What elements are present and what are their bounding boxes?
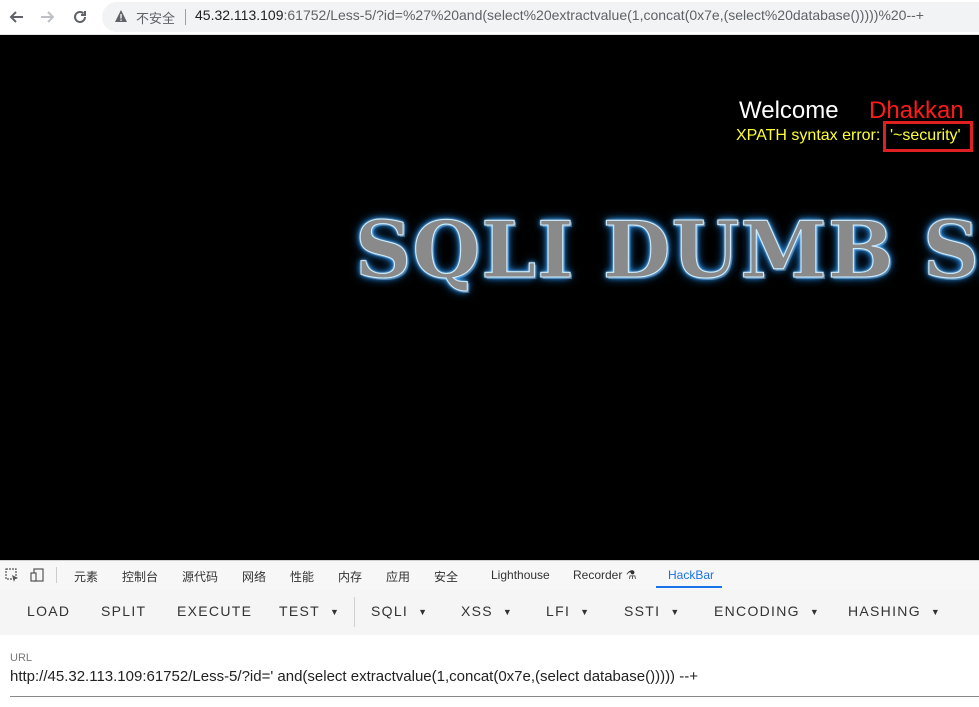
inspect-icon[interactable] xyxy=(5,568,19,582)
execute-button[interactable]: EXECUTE xyxy=(177,603,252,619)
url-label: URL xyxy=(10,652,33,664)
sqli-button[interactable]: SQLI ▼ xyxy=(371,603,428,619)
load-button[interactable]: LOAD xyxy=(27,603,70,619)
hackbar-toolbar: LOAD SPLIT EXECUTE TEST ▼ SQLI ▼ XSS ▼ LFI ▼… xyxy=(0,589,979,635)
tab-lighthouse[interactable]: Lighthouse xyxy=(491,568,550,582)
devtools-separator xyxy=(56,567,57,583)
arrow-left-icon xyxy=(9,11,23,23)
caret-down-icon: ▼ xyxy=(809,607,821,618)
xss-button[interactable]: XSS ▼ xyxy=(461,603,513,619)
caret-down-icon: ▼ xyxy=(418,607,429,618)
url-input[interactable]: http://45.32.113.109:61752/Less-5/?id=' … xyxy=(10,668,698,685)
security-label[interactable]: 不安全 xyxy=(136,8,175,27)
caret-down-icon: ▼ xyxy=(930,607,942,618)
browser-toolbar: 不安全 45.32.113.109:61752/Less-5/?id=%27%2… xyxy=(0,0,979,35)
test-button[interactable]: TEST ▼ xyxy=(279,603,340,619)
split-button[interactable]: SPLIT xyxy=(101,603,146,619)
devtools-tabbar: 元素 控制台 源代码 网络 性能 内存 应用 安全 Lighthouse Rec… xyxy=(0,560,979,590)
lfi-label: LFI xyxy=(546,603,571,619)
tab-performance[interactable]: 性能 xyxy=(290,568,314,585)
hashing-label: HASHING xyxy=(848,603,921,619)
encoding-button[interactable]: ENCODING ▼ xyxy=(714,603,820,619)
tab-network[interactable]: 网络 xyxy=(242,568,266,585)
arrow-right-icon xyxy=(41,11,55,23)
address-separator xyxy=(185,9,186,25)
caret-down-icon: ▼ xyxy=(670,607,681,618)
tab-application[interactable]: 应用 xyxy=(386,568,410,585)
device-toggle-icon[interactable] xyxy=(30,568,44,582)
url-input-underline xyxy=(10,696,979,697)
ssti-label: SSTI xyxy=(624,603,661,619)
caret-down-icon: ▼ xyxy=(580,607,591,618)
reload-icon xyxy=(74,10,86,23)
welcome-text: Welcome xyxy=(739,97,839,124)
encoding-label: ENCODING xyxy=(714,603,800,619)
highlight-box xyxy=(883,121,973,152)
reload-button[interactable] xyxy=(68,5,92,29)
xpath-error-prefix: XPATH syntax error: xyxy=(736,127,881,144)
page-viewport: Welcome Dhakkan XPATH syntax error: '~se… xyxy=(0,35,979,560)
caret-down-icon: ▼ xyxy=(329,607,341,618)
tab-sources[interactable]: 源代码 xyxy=(182,568,218,585)
warning-icon[interactable] xyxy=(114,9,128,23)
ssti-button[interactable]: SSTI ▼ xyxy=(624,603,681,619)
lfi-button[interactable]: LFI ▼ xyxy=(546,603,590,619)
sqli-label: SQLI xyxy=(371,603,409,619)
url-host: 45.32.113.109 xyxy=(195,7,284,23)
hackbar-url-panel: URL http://45.32.113.109:61752/Less-5/?i… xyxy=(0,635,979,707)
hashing-button[interactable]: HASHING ▼ xyxy=(848,603,941,619)
tab-memory[interactable]: 内存 xyxy=(338,568,362,585)
url-path: :61752/Less-5/?id=%27%20and(select%20ext… xyxy=(283,7,924,23)
test-label: TEST xyxy=(279,603,320,619)
page-logo: SQLI DUMB SERIES xyxy=(355,205,979,297)
tab-console[interactable]: 控制台 xyxy=(122,568,158,585)
back-button[interactable] xyxy=(4,5,28,29)
hackbar-separator xyxy=(354,597,355,627)
address-bar[interactable]: 不安全 45.32.113.109:61752/Less-5/?id=%27%2… xyxy=(102,2,979,32)
tab-hackbar[interactable]: HackBar xyxy=(668,568,714,582)
xss-label: XSS xyxy=(461,603,493,619)
active-tab-indicator xyxy=(656,586,722,588)
forward-button[interactable] xyxy=(36,5,60,29)
tab-elements[interactable]: 元素 xyxy=(74,568,98,585)
tab-security[interactable]: 安全 xyxy=(434,568,458,585)
caret-down-icon: ▼ xyxy=(502,607,514,618)
address-url[interactable]: 45.32.113.109:61752/Less-5/?id=%27%20and… xyxy=(195,7,924,23)
tab-recorder[interactable]: Recorder ⚗ xyxy=(573,568,636,582)
